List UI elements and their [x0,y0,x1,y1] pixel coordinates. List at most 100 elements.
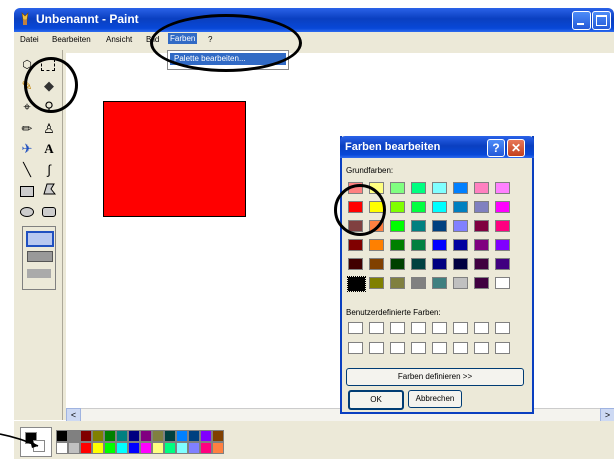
define-colors-button[interactable]: Farben definieren >> [346,368,524,386]
custom-color-swatch[interactable] [390,322,405,334]
brush-tool[interactable]: ♙ [40,120,58,138]
curve-tool[interactable]: ∫ [40,161,58,179]
basic-color-swatch[interactable] [432,201,447,213]
palette-color-cell[interactable] [104,430,116,442]
menu-datei[interactable]: Datei [20,35,39,44]
basic-color-swatch[interactable] [348,258,363,270]
basic-color-swatch[interactable] [453,258,468,270]
basic-color-swatch[interactable] [432,220,447,232]
basic-color-swatch[interactable] [495,239,510,251]
palette-color-cell[interactable] [92,430,104,442]
basic-color-swatch[interactable] [369,239,384,251]
basic-color-swatch[interactable] [432,182,447,194]
fill-option-outline-fill[interactable] [27,251,53,262]
basic-color-swatch[interactable] [453,239,468,251]
basic-color-swatch[interactable] [453,277,468,289]
basic-color-swatch[interactable] [474,220,489,232]
palette-color-cell[interactable] [176,430,188,442]
palette-color-cell[interactable] [176,442,188,454]
custom-color-swatch[interactable] [390,342,405,354]
minimize-button[interactable] [572,11,591,30]
polygon-tool[interactable] [40,182,58,200]
basic-color-swatch[interactable] [432,239,447,251]
custom-color-swatch[interactable] [495,322,510,334]
cancel-button[interactable]: Abbrechen [408,390,462,408]
custom-color-swatch[interactable] [474,342,489,354]
basic-color-swatch[interactable] [432,277,447,289]
airbrush-tool[interactable]: ✈ [18,140,36,158]
basic-color-swatch[interactable] [495,258,510,270]
palette-color-cell[interactable] [80,430,92,442]
custom-color-swatch[interactable] [474,322,489,334]
rounded-rect-tool[interactable] [40,202,58,220]
palette-color-cell[interactable] [128,430,140,442]
palette-color-cell[interactable] [116,442,128,454]
custom-color-swatch[interactable] [348,342,363,354]
menu-ansicht[interactable]: Ansicht [106,35,132,44]
palette-color-cell[interactable] [188,442,200,454]
basic-color-swatch[interactable] [390,182,405,194]
fill-option-outline[interactable] [26,231,54,247]
palette-color-cell[interactable] [152,442,164,454]
palette-color-cell[interactable] [140,430,152,442]
basic-color-swatch[interactable] [390,239,405,251]
basic-color-swatch[interactable] [453,201,468,213]
help-button[interactable]: ? [487,139,505,157]
custom-color-swatch[interactable] [495,342,510,354]
basic-color-swatch[interactable] [411,220,426,232]
palette-color-cell[interactable] [188,430,200,442]
basic-color-swatch[interactable] [474,201,489,213]
palette-color-cell[interactable] [200,442,212,454]
palette-color-cell[interactable] [164,442,176,454]
custom-color-swatch[interactable] [453,342,468,354]
basic-color-swatch[interactable] [390,201,405,213]
line-tool[interactable]: ╲ [18,161,36,179]
basic-color-swatch[interactable] [369,277,384,289]
basic-color-swatch[interactable] [411,201,426,213]
basic-color-swatch[interactable] [411,239,426,251]
palette-color-cell[interactable] [92,442,104,454]
palette-color-cell[interactable] [164,430,176,442]
palette-color-cell[interactable] [212,442,224,454]
palette-color-cell[interactable] [128,442,140,454]
close-button[interactable]: ✕ [507,139,525,157]
ok-button[interactable]: OK [348,390,404,410]
basic-color-swatch[interactable] [348,239,363,251]
palette-color-cell[interactable] [104,442,116,454]
rectangle-tool[interactable] [18,182,36,200]
custom-color-swatch[interactable] [411,322,426,334]
basic-color-swatch[interactable] [411,182,426,194]
custom-color-swatch[interactable] [453,322,468,334]
basic-color-swatch[interactable] [474,239,489,251]
basic-color-swatch[interactable] [474,277,489,289]
ellipse-tool[interactable] [18,202,36,220]
custom-color-swatch[interactable] [369,322,384,334]
palette-color-cell[interactable] [140,442,152,454]
basic-color-swatch[interactable] [369,258,384,270]
basic-color-swatch[interactable] [495,277,510,289]
basic-color-swatch[interactable] [453,182,468,194]
basic-color-swatch[interactable] [474,182,489,194]
basic-color-swatch[interactable] [495,220,510,232]
palette-color-cell[interactable] [116,430,128,442]
menu-bearbeiten[interactable]: Bearbeiten [52,35,91,44]
custom-color-swatch[interactable] [369,342,384,354]
palette-color-cell[interactable] [152,430,164,442]
basic-color-swatch[interactable] [474,258,489,270]
basic-color-swatch[interactable] [390,220,405,232]
basic-color-swatch[interactable] [390,277,405,289]
custom-color-swatch[interactable] [411,342,426,354]
custom-color-swatch[interactable] [432,342,447,354]
custom-color-swatch[interactable] [348,322,363,334]
basic-color-swatch[interactable] [432,258,447,270]
palette-color-cell[interactable] [80,442,92,454]
basic-color-swatch[interactable] [411,277,426,289]
basic-color-swatch[interactable] [347,276,366,292]
palette-color-cell[interactable] [200,430,212,442]
palette-color-cell[interactable] [212,430,224,442]
text-tool[interactable]: A [40,140,58,158]
custom-color-swatch[interactable] [432,322,447,334]
basic-color-swatch[interactable] [411,258,426,270]
maximize-button[interactable] [592,11,611,30]
fill-option-fill[interactable] [27,269,51,278]
